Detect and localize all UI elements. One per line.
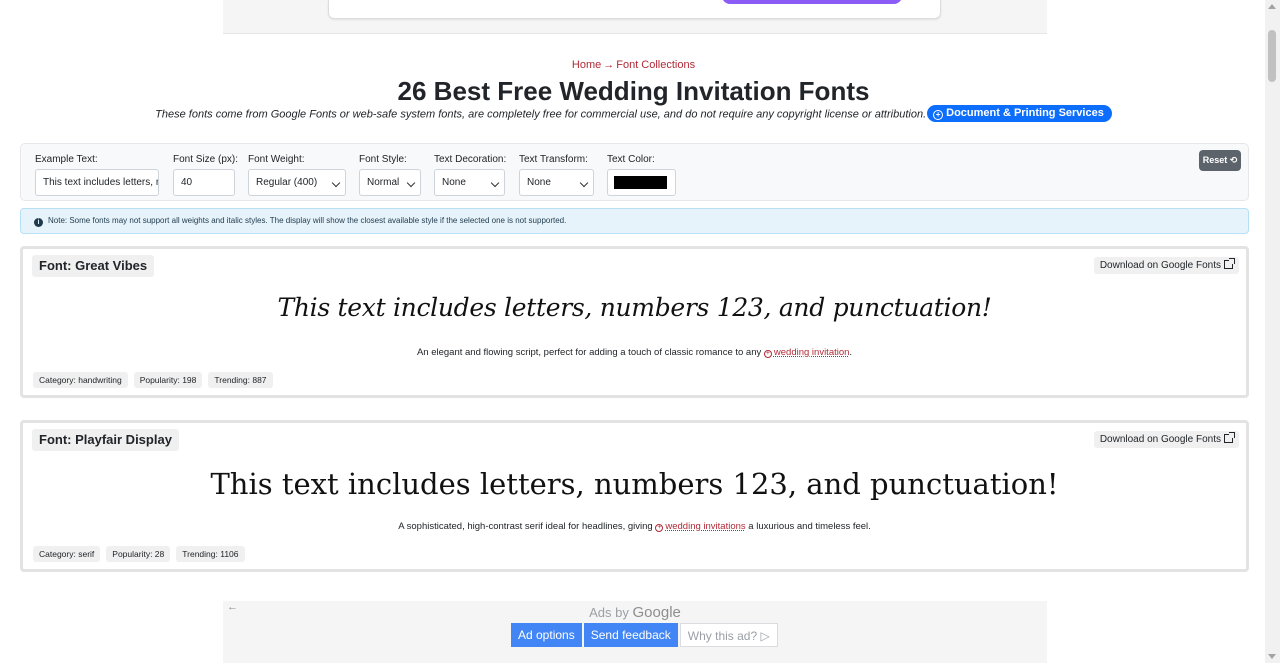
- font-description: A sophisticated, high-contrast serif ide…: [23, 521, 1246, 532]
- chevron-down-icon: [331, 178, 341, 188]
- plus-circle-icon: +: [933, 110, 944, 120]
- bottom-ad-banner: ← Ads by Google Ad options Send feedback…: [223, 601, 1047, 663]
- download-label: Download on Google Fonts: [1099, 434, 1221, 445]
- text-decoration-control: Text Decoration: None: [434, 154, 506, 196]
- text-decoration-label: Text Decoration:: [434, 154, 507, 165]
- popularity-tag: Popularity: 28: [106, 546, 171, 562]
- font-weight-label: Font Weight:: [248, 154, 305, 165]
- font-size-label: Font Size (px):: [173, 154, 239, 165]
- document-printing-services-button[interactable]: + Document & Printing Services: [927, 105, 1112, 122]
- ad-buttons: Ad options Send feedback Why this ad? ▷: [511, 623, 778, 647]
- font-name: Font: Great Vibes: [32, 255, 155, 277]
- top-ad-banner[interactable]: [223, 0, 1047, 34]
- plus-circle-icon: +: [763, 350, 772, 358]
- font-sample-text: This text includes letters, numbers 123,…: [210, 467, 1059, 501]
- download-google-fonts-button[interactable]: Download on Google Fonts: [1093, 257, 1239, 274]
- chevron-down-icon: [406, 178, 416, 188]
- example-text-label: Example Text:: [35, 154, 98, 165]
- note-text: Note: Some fonts may not support all wei…: [48, 216, 567, 225]
- page-subtitle: These fonts come from Google Fonts or we…: [0, 105, 1267, 123]
- font-sample-text: This text includes letters, numbers 123,…: [277, 293, 992, 322]
- color-swatch: [614, 176, 667, 189]
- info-icon: i: [34, 218, 43, 227]
- wedding-invitations-link[interactable]: wedding invitations: [665, 521, 745, 532]
- page-title: 26 Best Free Wedding Invitation Fonts: [397, 76, 870, 106]
- download-label: Download on Google Fonts: [1099, 260, 1221, 271]
- font-card-playfair-display: Font: Playfair Display Download on Googl…: [20, 420, 1249, 572]
- font-weight-control: Font Weight: Regular (400): [248, 154, 346, 196]
- text-color-control: Text Color:: [607, 154, 676, 196]
- external-link-icon: [1224, 258, 1235, 269]
- ads-by-label: Ads by: [589, 605, 629, 620]
- font-tags: Category: serif Popularity: 28 Trending:…: [33, 546, 245, 562]
- external-link-icon: [1224, 432, 1235, 443]
- text-transform-select[interactable]: None: [519, 169, 594, 196]
- text-decoration-value: None: [442, 177, 466, 188]
- description-text-end: a luxurious and timeless feel.: [748, 521, 871, 532]
- ad-card: [328, 0, 941, 19]
- text-transform-value: None: [527, 177, 551, 188]
- ad-options-button[interactable]: Ad options: [511, 623, 582, 647]
- category-tag: Category: serif: [33, 546, 101, 562]
- text-transform-control: Text Transform: None: [519, 154, 594, 196]
- description-text: A sophisticated, high-contrast serif ide…: [398, 521, 653, 532]
- font-size-control: Font Size (px): 40: [173, 154, 238, 196]
- font-weight-select[interactable]: Regular (400): [248, 169, 346, 196]
- wedding-invitation-link[interactable]: wedding invitation: [774, 347, 850, 358]
- breadcrumb-home-link[interactable]: Home: [572, 59, 601, 71]
- breadcrumb-separator: →: [603, 59, 615, 71]
- scrollbar-thumb[interactable]: [1268, 30, 1276, 82]
- scroll-up-icon[interactable]: [1268, 4, 1276, 9]
- page-scrollbar[interactable]: [1265, 0, 1280, 663]
- font-description: An elegant and flowing script, perfect f…: [23, 347, 1246, 358]
- chevron-down-icon: [490, 178, 500, 188]
- breadcrumb: Home → Font Collections: [0, 59, 1267, 71]
- text-decoration-select[interactable]: None: [434, 169, 505, 196]
- example-text-input[interactable]: This text includes letters, n: [35, 169, 159, 196]
- google-logo: Google: [632, 604, 681, 621]
- ad-cta-button[interactable]: [722, 0, 902, 4]
- scroll-down-icon[interactable]: [1268, 654, 1276, 659]
- info-note: i Note: Some fonts may not support all we…: [20, 208, 1249, 234]
- popularity-tag: Popularity: 198: [133, 372, 203, 388]
- font-size-input[interactable]: 40: [173, 169, 235, 196]
- download-google-fonts-button[interactable]: Download on Google Fonts: [1093, 431, 1239, 448]
- ads-by-google: Ads by Google: [223, 604, 1047, 621]
- font-style-value: Normal: [367, 177, 400, 188]
- send-feedback-button[interactable]: Send feedback: [583, 623, 678, 647]
- font-tags: Category: handwriting Popularity: 198 Tr…: [33, 372, 273, 388]
- breadcrumb-font-collections-link[interactable]: Font Collections: [616, 59, 695, 71]
- trending-tag: Trending: 1106: [176, 546, 245, 562]
- text-transform-label: Text Transform:: [519, 154, 588, 165]
- plus-circle-icon: +: [655, 524, 664, 532]
- trending-tag: Trending: 887: [208, 372, 273, 388]
- text-color-label: Text Color:: [607, 154, 655, 165]
- subtitle-text: These fonts come from Google Fonts or we…: [155, 108, 927, 121]
- font-style-select[interactable]: Normal: [359, 169, 421, 196]
- why-this-ad-button[interactable]: Why this ad? ▷: [679, 623, 778, 647]
- reset-button[interactable]: Reset ⟲: [1199, 150, 1241, 171]
- category-tag: Category: handwriting: [33, 372, 128, 388]
- document-printing-services-label: Document & Printing Services: [946, 107, 1104, 119]
- example-text-control: Example Text: This text includes letters…: [35, 154, 159, 196]
- font-name: Font: Playfair Display: [32, 429, 179, 451]
- font-controls-panel: Example Text: This text includes letters…: [20, 143, 1249, 201]
- description-text: An elegant and flowing script, perfect f…: [416, 347, 762, 358]
- font-weight-value: Regular (400): [256, 177, 318, 188]
- font-style-control: Font Style: Normal: [359, 154, 421, 196]
- description-text-end: .: [849, 347, 853, 358]
- text-color-input[interactable]: [607, 169, 676, 196]
- font-style-label: Font Style:: [359, 154, 407, 165]
- font-card-great-vibes: Font: Great Vibes Download on Google Fon…: [20, 246, 1249, 398]
- chevron-down-icon: [579, 178, 589, 188]
